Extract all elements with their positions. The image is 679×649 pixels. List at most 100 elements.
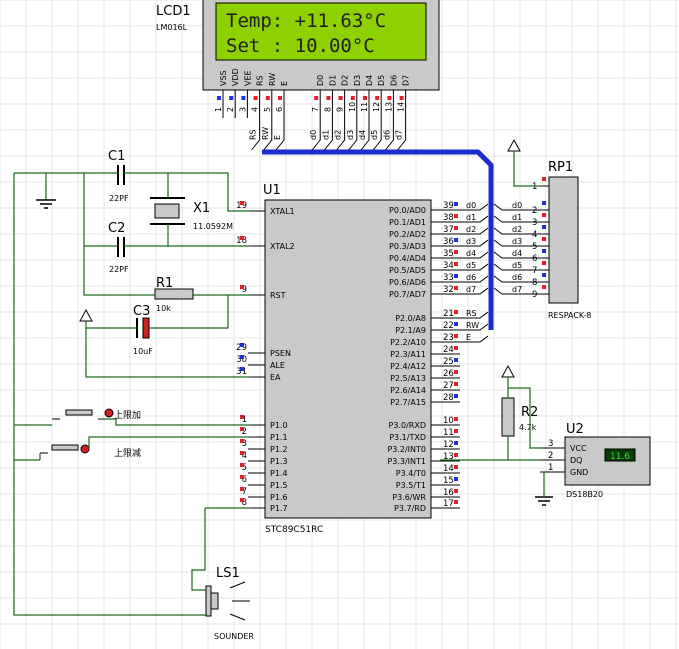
mcu-pin-number: 16 xyxy=(443,488,454,498)
mcu-pin-name: P3.2/INT0 xyxy=(387,445,426,454)
u2-pin-number: 3 xyxy=(548,439,553,449)
lcd-pin-marker xyxy=(241,96,246,100)
mcu-pin-name: P3.0/RXD xyxy=(389,421,426,430)
lcd-net-label: d2 xyxy=(334,130,343,140)
lcd-ref: LCD1 xyxy=(156,4,191,19)
mcu-pin-marker xyxy=(454,202,458,206)
lcd-net-label: d4 xyxy=(358,130,367,140)
rp1-pin-marker xyxy=(542,273,546,277)
respack-rp1[interactable]: RP1 RESPACK-8 1 2 3 4 5 6 7 8 9 xyxy=(532,160,591,320)
mcu-pin-marker xyxy=(240,475,244,479)
mcu-p0-net-label: d2 xyxy=(466,225,476,234)
rp1-pin-number: 5 xyxy=(532,242,537,252)
mcu-pin-name: P3.5/T1 xyxy=(396,481,426,490)
mcu-pin-name: P0.0/AD0 xyxy=(389,206,426,215)
mcu-pin-number: 26 xyxy=(443,369,454,379)
mcu-pin-number: 12 xyxy=(443,440,454,450)
mcu-p2-net-label: E xyxy=(466,333,471,342)
lcd-pin-number: 5 xyxy=(263,107,272,112)
mcu-pin-name: P0.6/AD6 xyxy=(389,278,426,287)
lcd-pin-number: 7 xyxy=(311,107,320,112)
sounder-ls1[interactable]: LS1 SOUNDER xyxy=(205,566,254,641)
bus-breakout-wires: d0 d0 d1 d1 d2 d2 d3 d3 d4 d4 d5 d5 d6 d6 d7 d7 RS RW E xyxy=(460,201,540,343)
mcu-pin-marker xyxy=(454,500,458,504)
mcu-pin-marker xyxy=(240,285,244,289)
rp1-net-label: d4 xyxy=(512,249,522,258)
rp1-net-label: d2 xyxy=(512,225,522,234)
mcu-pin-marker xyxy=(454,250,458,254)
mcu-pin-marker xyxy=(454,441,458,445)
lcd-pin-marker xyxy=(375,96,380,100)
lcd-pin-name: D1 xyxy=(328,75,337,86)
rp1-pin-marker xyxy=(542,213,546,217)
mcu-pin-marker xyxy=(454,453,458,457)
c3-ref: C3 xyxy=(133,304,150,319)
mcu-pin-marker xyxy=(240,343,244,347)
lcd-pin-name: VEE xyxy=(243,70,252,86)
lcd-pin-name: D7 xyxy=(402,75,411,86)
rp1-ref: RP1 xyxy=(548,160,573,175)
lcd-pin-marker xyxy=(350,96,355,100)
lcd-lm016l[interactable]: LCD1 LM016L Temp: +11.63°C Set : 10.00°C… xyxy=(156,0,440,118)
lcd-net-label: d6 xyxy=(382,130,391,140)
lcd-pin-name: RW xyxy=(268,73,277,86)
mcu-p2-net-label: RW xyxy=(466,321,479,330)
mcu-pin-number: 11 xyxy=(443,428,454,438)
mcu-pin-marker xyxy=(240,451,244,455)
schematic-canvas: LCD1 LM016L Temp: +11.63°C Set : 10.00°C… xyxy=(0,0,679,649)
mcu-p0-net-label: d5 xyxy=(466,261,476,270)
button-up-limit[interactable]: 上限加 xyxy=(52,408,141,421)
c1-value: 22PF xyxy=(109,194,129,203)
mcu-pin-marker xyxy=(454,334,458,338)
mcu-p0-net-label: d1 xyxy=(466,213,476,222)
lcd-pin-number: 1 xyxy=(214,107,223,112)
mcu-p0-net-label: d6 xyxy=(466,273,476,282)
lcd-pin-number: 13 xyxy=(384,102,393,112)
mcu-pin-name: P0.2/AD2 xyxy=(389,230,426,239)
mcu-pin-name: P0.7/AD7 xyxy=(389,290,426,299)
mcu-pin-name: ALE xyxy=(270,361,285,370)
c1-ref: C1 xyxy=(108,149,125,164)
mcu-p0-net-label: d0 xyxy=(466,201,476,210)
lcd-pin-marker xyxy=(253,96,258,100)
mcu-stc89c51rc[interactable]: U1 STC89C51RC 19XTAL118XTAL29RST29PSEN30… xyxy=(236,183,460,535)
lcd-net-label: d7 xyxy=(395,130,404,140)
rp1-pin-marker xyxy=(542,225,546,229)
rp1-pin-number: 4 xyxy=(532,230,537,240)
mcu-pin-name: P2.0/A8 xyxy=(395,314,426,323)
mcu-pin-name: P1.6 xyxy=(270,493,288,502)
mcu-pin-name: P1.3 xyxy=(270,457,288,466)
mcu-pin-marker xyxy=(240,487,244,491)
mcu-pin-marker xyxy=(454,394,458,398)
lcd-pin-number: 10 xyxy=(348,102,357,112)
mcu-model: STC89C51RC xyxy=(265,525,323,535)
lcd-pin-number: 9 xyxy=(336,107,345,112)
mcu-pin-name: P0.1/AD1 xyxy=(389,218,426,227)
clock-reset-circuit: C1 22PF C2 22PF X1 11.0592M R1 10k C3 10… xyxy=(36,149,233,356)
mcu-pin-name: P0.5/AD5 xyxy=(389,266,426,275)
mcu-pin-marker xyxy=(454,489,458,493)
mcu-pin-number: 36 xyxy=(443,237,454,247)
mcu-pin-name: P0.3/AD3 xyxy=(389,242,426,251)
mcu-pin-name: P2.7/A15 xyxy=(390,398,426,407)
mcu-pin-name: P3.7/RD xyxy=(394,504,426,513)
mcu-pin-marker xyxy=(240,427,244,431)
mcu-p0-net-label: d3 xyxy=(466,237,476,246)
x1-ref: X1 xyxy=(193,201,210,216)
mcu-pin-number: 32 xyxy=(443,285,454,295)
mcu-pin-number: 37 xyxy=(443,225,454,235)
rp1-pin-number: 6 xyxy=(532,254,537,264)
mcu-p2-net-label: RS xyxy=(466,309,477,318)
rp1-pin-marker xyxy=(542,237,546,241)
mcu-pin-name: P1.5 xyxy=(270,481,288,490)
u2-pin-number: 1 xyxy=(548,463,553,473)
u2-pin-name: DQ xyxy=(570,456,582,465)
mcu-pin-number: 27 xyxy=(443,381,454,391)
button-down-limit[interactable]: 上限减 xyxy=(40,444,141,459)
mcu-pin-marker xyxy=(240,201,244,205)
sensor-circuit[interactable]: R2 4.7k U2 11.6 DS18B20 3 VCC2 DQ1 GND xyxy=(501,364,651,506)
mcu-pin-marker xyxy=(240,355,244,359)
lcd-pin-marker xyxy=(363,96,367,100)
mcu-pin-marker xyxy=(454,429,458,433)
rp1-body xyxy=(548,176,579,304)
